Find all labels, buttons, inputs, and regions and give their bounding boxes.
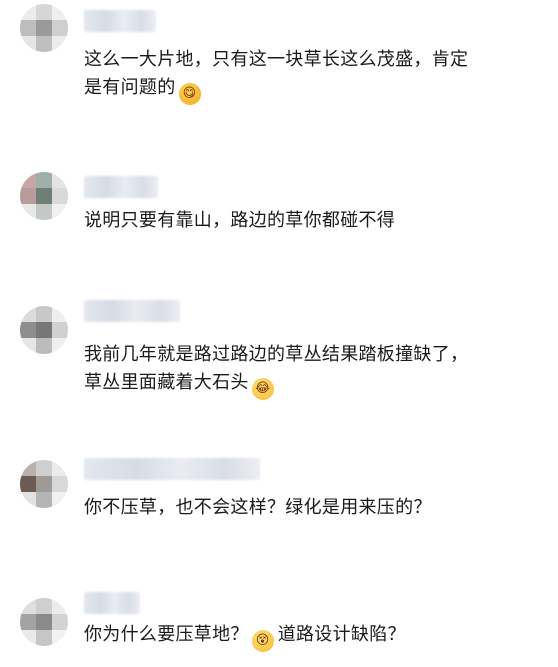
username-blurred[interactable] (84, 458, 260, 480)
avatar[interactable] (20, 306, 68, 354)
dizzy-face-emoji-icon: 😵 (251, 630, 274, 652)
comment-text: 我前几年就是路过路边的草丛结果踏板撞缺了， 草丛里面藏着大石头 😂 (84, 341, 468, 400)
comment-line: 我前几年就是路过路边的草丛结果踏板撞缺了， (84, 344, 469, 365)
comment-text: 说明只要有靠山，路边的草你都碰不得 (84, 207, 395, 235)
comment-line: 是有问题的 (84, 77, 176, 98)
crying-laugh-emoji-icon: 😂 (251, 378, 274, 400)
username-blurred[interactable] (84, 300, 180, 322)
comment-text-segment: 道路设计缺陷？ (277, 624, 406, 645)
comment-line: 说明只要有靠山，路边的草你都碰不得 (84, 210, 396, 231)
comment-text-segment: 你为什么要压草地？ (84, 624, 249, 645)
avatar[interactable] (20, 172, 68, 220)
username-blurred[interactable] (84, 10, 156, 32)
comment-line: 你不压草，也不会这样？绿化是用来压的？ (84, 497, 432, 518)
username-blurred[interactable] (84, 592, 140, 614)
comment-text: 这么一大片地，只有这一块草长这么茂盛，肯定 是有问题的 😋 (84, 46, 468, 105)
comment-line: 草丛里面藏着大石头 (84, 372, 249, 393)
comment-line: 这么一大片地，只有这一块草长这么茂盛，肯定 (84, 49, 469, 70)
avatar[interactable] (20, 4, 68, 52)
yummy-face-emoji-icon: 😋 (178, 83, 201, 105)
comment-text: 你为什么要压草地？ 😵 道路设计缺陷？ (84, 621, 406, 652)
comment-text: 你不压草，也不会这样？绿化是用来压的？ (84, 494, 432, 522)
avatar[interactable] (20, 598, 68, 646)
avatar[interactable] (20, 460, 68, 508)
username-blurred[interactable] (84, 176, 158, 198)
